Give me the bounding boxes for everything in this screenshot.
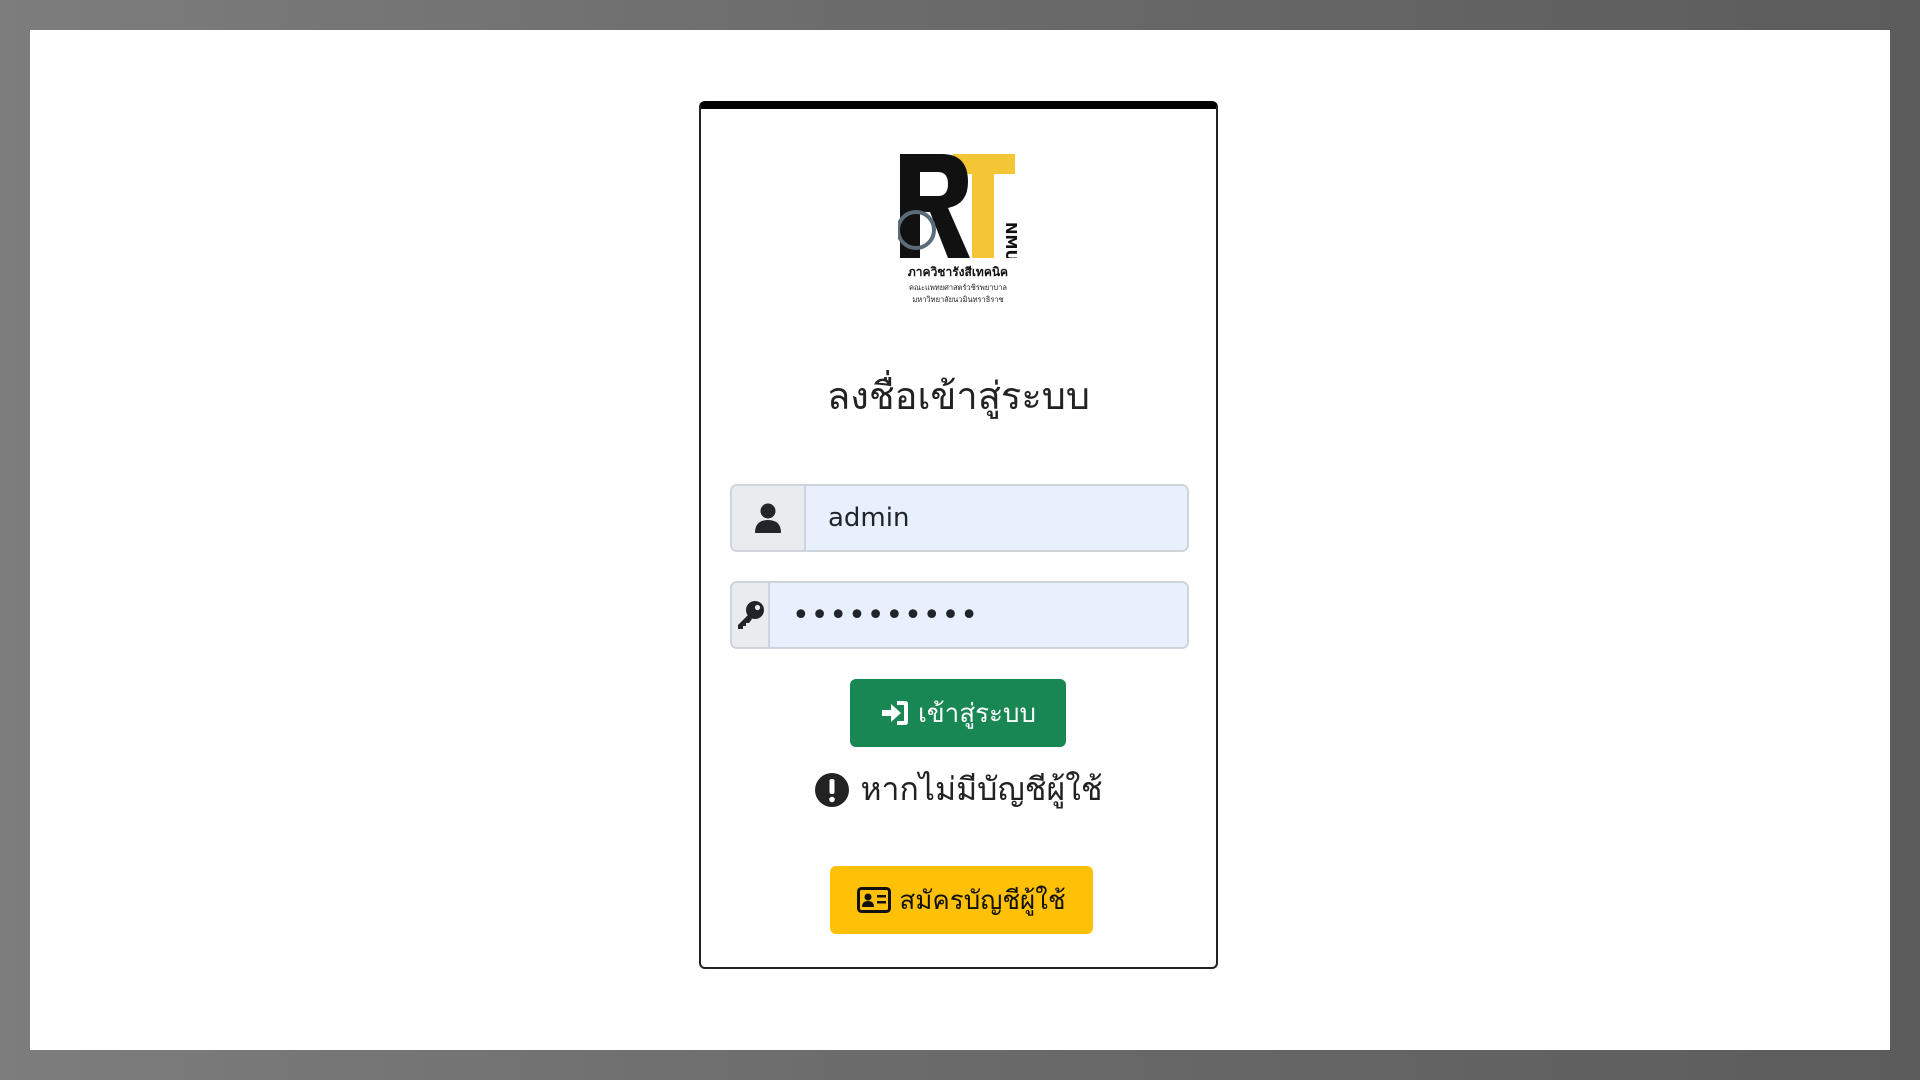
exclamation-circle-icon (815, 772, 850, 807)
username-input[interactable] (806, 486, 1187, 550)
logo-org-faculty: คณะแพทยศาสตร์วชิรพยาบาล (908, 283, 1008, 292)
sign-in-icon (881, 701, 908, 725)
login-card: NMU ภาควิชารังสีเทคนิค คณะแพทยศาสตร์วชิร… (699, 101, 1218, 969)
login-title: ลงชื่อเข้าสู่ระบบ (826, 374, 1090, 418)
username-group (730, 484, 1189, 552)
logo-emblem: NMU (898, 154, 1018, 258)
no-account-text: หากไม่มีบัญชีผู้ใช้ (860, 770, 1103, 808)
register-button[interactable]: สมัครบัญชีผู้ใช้ (830, 866, 1093, 934)
department-logo: NMU ภาควิชารังสีเทคนิค คณะแพทยศาสตร์วชิร… (888, 154, 1028, 314)
key-icon (732, 583, 770, 647)
login-button-label: เข้าสู่ระบบ (917, 698, 1037, 729)
logo-org-name: ภาควิชารังสีเทคนิค (907, 265, 1009, 279)
browser-viewport: NMU ภาควิชารังสีเทคนิค คณะแพทยศาสตร์วชิร… (30, 30, 1890, 1050)
password-input[interactable] (770, 583, 1187, 647)
user-icon (732, 486, 806, 550)
id-card-icon (857, 887, 892, 913)
no-account-notice: หากไม่มีบัญชีผู้ใช้ (701, 764, 1216, 815)
login-button[interactable]: เข้าสู่ระบบ (850, 679, 1066, 747)
logo-side-text: NMU (1002, 222, 1018, 258)
password-group (730, 581, 1189, 649)
register-button-label: สมัครบัญชีผู้ใช้ (899, 885, 1066, 916)
logo-org-university: มหาวิทยาลัยนวมินทราธิราช (912, 295, 1004, 304)
